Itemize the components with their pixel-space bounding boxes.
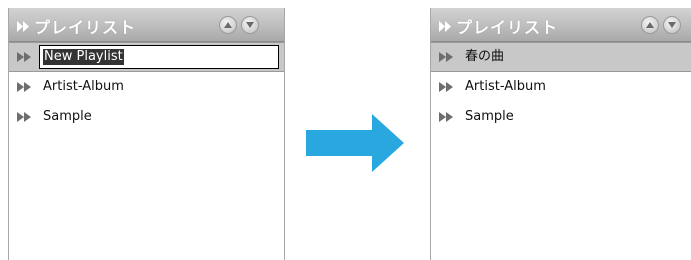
playlist-panel-after: プレイリスト 春の曲 Artist-Album Sample [430, 8, 691, 260]
triangle-down-icon [246, 22, 254, 28]
playlist-list: New Playlist Artist-Album Sample [9, 42, 284, 132]
double-chevron-right-icon [439, 21, 452, 36]
playlist-item[interactable]: Sample [431, 102, 691, 132]
triangle-down-icon [668, 22, 676, 28]
playlist-item-icon [439, 43, 457, 71]
playlist-item-label: Sample [465, 109, 514, 124]
playlist-item-icon [17, 102, 35, 132]
playlist-item-icon [439, 72, 457, 102]
rename-input-selected-text: New Playlist [43, 49, 124, 65]
playlist-item-icon [439, 102, 457, 132]
playlist-item[interactable]: Artist-Album [9, 72, 284, 102]
playlist-item-icon [17, 72, 35, 102]
double-chevron-right-icon [17, 21, 30, 36]
scroll-down-button[interactable] [663, 16, 681, 34]
playlist-header: プレイリスト [431, 8, 691, 42]
playlist-item-label: Sample [43, 109, 92, 124]
playlist-item[interactable]: New Playlist [9, 42, 284, 72]
playlist-item-label: Artist-Album [43, 79, 124, 94]
playlist-list: 春の曲 Artist-Album Sample [431, 42, 691, 132]
rename-input[interactable]: New Playlist [39, 45, 279, 69]
scroll-up-button[interactable] [641, 16, 659, 34]
playlist-item-icon [17, 43, 35, 71]
stage: プレイリスト New Playlist Artist-Album Sample … [0, 0, 691, 260]
triangle-up-icon [646, 22, 654, 28]
playlist-item[interactable]: Artist-Album [431, 72, 691, 102]
scroll-up-button[interactable] [219, 16, 237, 34]
playlist-header-label: プレイリスト [456, 18, 559, 37]
playlist-item-label: Artist-Album [465, 79, 546, 94]
playlist-header-title: プレイリスト [17, 14, 136, 38]
playlist-header-label: プレイリスト [34, 18, 137, 37]
arrow-right-icon [306, 114, 406, 176]
playlist-header-title: プレイリスト [439, 14, 558, 38]
scroll-down-button[interactable] [241, 16, 259, 34]
playlist-item-label: 春の曲 [465, 49, 505, 64]
triangle-up-icon [224, 22, 232, 28]
playlist-item[interactable]: Sample [9, 102, 284, 132]
playlist-panel-before: プレイリスト New Playlist Artist-Album Sample [8, 8, 285, 260]
playlist-item[interactable]: 春の曲 [431, 42, 691, 72]
playlist-header: プレイリスト [9, 8, 284, 42]
